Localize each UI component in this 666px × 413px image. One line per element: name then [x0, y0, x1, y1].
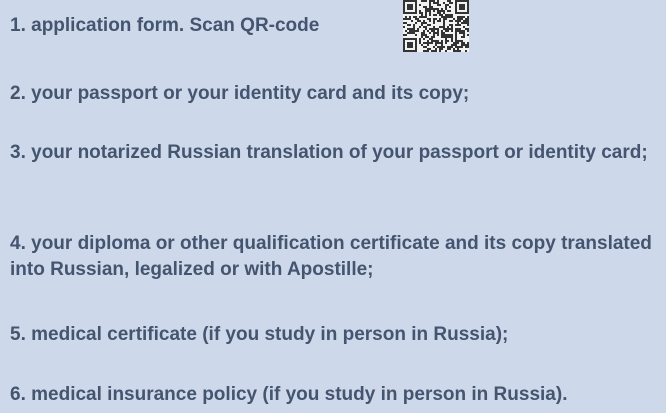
- requirement-item-3: 3. your notarized Russian translation of…: [10, 142, 648, 163]
- requirement-item-4: 4. your diploma or other qualification c…: [10, 233, 652, 280]
- qr-code-icon[interactable]: [403, 0, 469, 52]
- requirement-item-6: 6. medical insurance policy (if you stud…: [10, 384, 568, 405]
- requirement-item-2: 2. your passport or your identity card a…: [10, 83, 470, 104]
- requirement-item-5: 5. medical certificate (if you study in …: [10, 324, 509, 345]
- requirement-item-1: 1. application form. Scan QR-code: [10, 15, 320, 36]
- requirements-document: 1. application form. Scan QR-code 2. you…: [0, 0, 666, 413]
